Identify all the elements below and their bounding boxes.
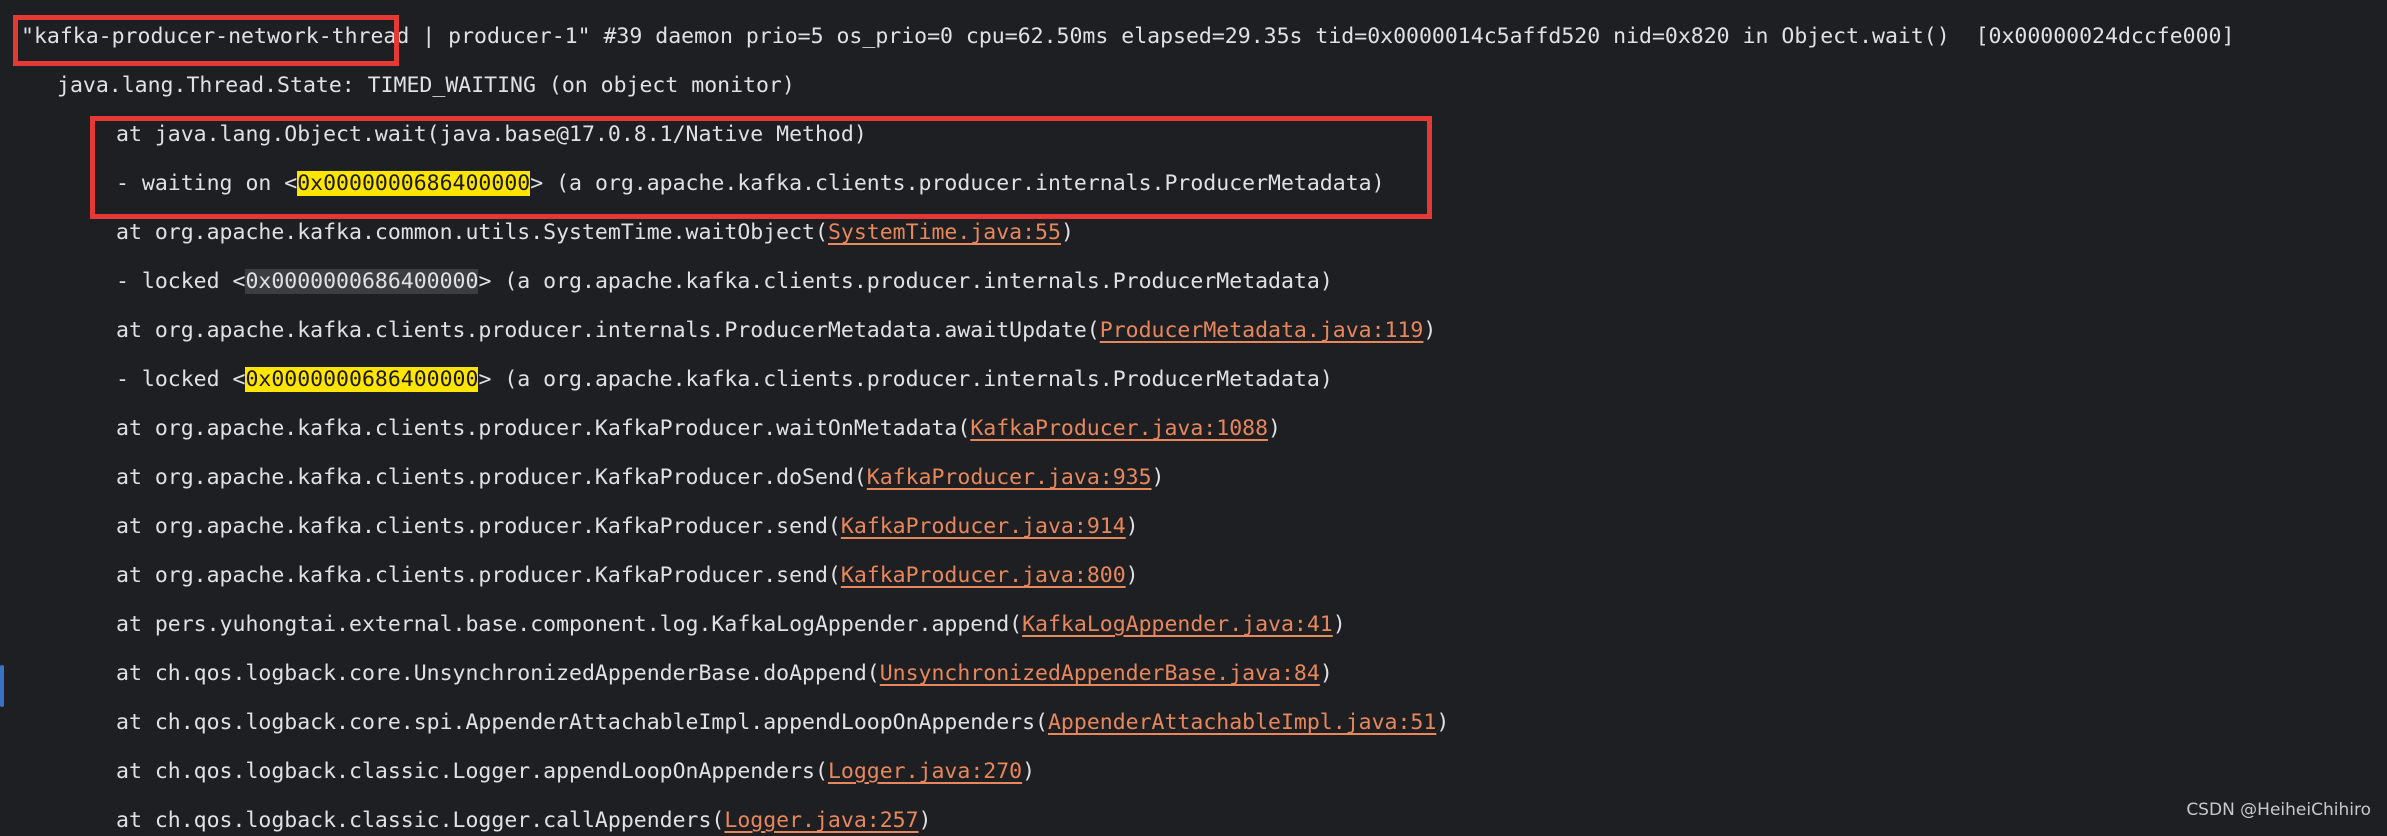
frame-text: at ch.qos.logback.classic.Logger.appendL… [116, 759, 828, 784]
stack-frame: at pers.yuhongtai.external.base.componen… [116, 610, 1346, 640]
source-link[interactable]: KafkaLogAppender.java:41 [1022, 612, 1333, 637]
frame-text: ) [1319, 661, 1333, 686]
source-link[interactable]: Logger.java:270 [828, 759, 1022, 784]
stack-frame: at org.apache.kafka.clients.producer.Kaf… [116, 463, 1165, 493]
stack-frame: at org.apache.kafka.common.utils.SystemT… [116, 218, 1074, 248]
stack-frame: at ch.qos.logback.core.UnsynchronizedApp… [116, 659, 1333, 689]
frame-text: at org.apache.kafka.clients.producer.Kaf… [116, 563, 841, 588]
frame-text: > (a org.apache.kafka.clients.producer.i… [478, 367, 1333, 392]
frame-text: ) [1125, 514, 1139, 539]
annotation-box-thread-name [13, 15, 399, 66]
watermark: CSDN @HeiheiChihiro [2186, 800, 2371, 820]
stack-frame: at ch.qos.logback.classic.Logger.appendL… [116, 757, 1035, 787]
locked-line: - locked <0x0000000686400000> (a org.apa… [116, 267, 1333, 297]
source-link[interactable]: KafkaProducer.java:1088 [970, 416, 1268, 441]
source-link[interactable]: KafkaProducer.java:800 [841, 563, 1126, 588]
monitor-address: 0x0000000686400000 [245, 269, 479, 294]
frame-text: ) [1268, 416, 1281, 441]
monitor-address-highlighted: 0x0000000686400000 [245, 367, 479, 392]
frame-text: at ch.qos.logback.classic.Logger.callApp… [116, 808, 725, 833]
source-link[interactable]: ProducerMetadata.java:119 [1100, 318, 1424, 343]
frame-text: at ch.qos.logback.core.spi.AppenderAttac… [116, 710, 1048, 735]
frame-text: at org.apache.kafka.clients.producer.int… [116, 318, 1100, 343]
frame-text: at org.apache.kafka.clients.producer.Kaf… [116, 416, 971, 441]
stack-frame: at org.apache.kafka.clients.producer.Kaf… [116, 512, 1139, 542]
source-link[interactable]: Logger.java:257 [724, 808, 918, 833]
thread-state-line: java.lang.Thread.State: TIMED_WAITING (o… [57, 73, 795, 98]
frame-text: at org.apache.kafka.clients.producer.Kaf… [116, 514, 841, 539]
locked-line: - locked <0x0000000686400000> (a org.apa… [116, 365, 1333, 395]
frame-text: ) [1060, 220, 1074, 245]
frame-text: ) [1151, 465, 1165, 490]
source-link[interactable]: AppenderAttachableImpl.java:51 [1048, 710, 1436, 735]
stack-frame: at org.apache.kafka.clients.producer.Kaf… [116, 414, 1281, 444]
source-link[interactable]: KafkaProducer.java:935 [867, 465, 1152, 490]
stack-frame: at ch.qos.logback.classic.Logger.callApp… [116, 806, 932, 836]
frame-text: at org.apache.kafka.clients.producer.Kaf… [116, 465, 867, 490]
frame-text: - locked < [116, 367, 246, 392]
frame-text: at org.apache.kafka.common.utils.SystemT… [116, 220, 828, 245]
thread-header-details: | producer-1" #39 daemon prio=5 os_prio=… [409, 24, 2235, 49]
frame-text: - locked < [116, 269, 246, 294]
frame-text: > (a org.apache.kafka.clients.producer.i… [478, 269, 1333, 294]
source-link[interactable]: KafkaProducer.java:914 [841, 514, 1126, 539]
frame-text: at ch.qos.logback.core.UnsynchronizedApp… [116, 661, 880, 686]
frame-text: ) [1125, 563, 1139, 588]
frame-text: ) [1423, 318, 1437, 343]
frame-text: at pers.yuhongtai.external.base.componen… [116, 612, 1023, 637]
stack-frame: at org.apache.kafka.clients.producer.Kaf… [116, 561, 1139, 591]
stack-frame: at org.apache.kafka.clients.producer.int… [116, 316, 1436, 346]
gutter-marker [0, 665, 4, 707]
frame-text: ) [918, 808, 932, 833]
source-link[interactable]: UnsynchronizedAppenderBase.java:84 [880, 661, 1320, 686]
frame-text: ) [1022, 759, 1036, 784]
source-link[interactable]: SystemTime.java:55 [828, 220, 1061, 245]
stack-frame: at ch.qos.logback.core.spi.AppenderAttac… [116, 708, 1449, 738]
frame-text: ) [1436, 710, 1450, 735]
frame-text: ) [1332, 612, 1346, 637]
annotation-box-waiting-frames [90, 116, 1432, 219]
